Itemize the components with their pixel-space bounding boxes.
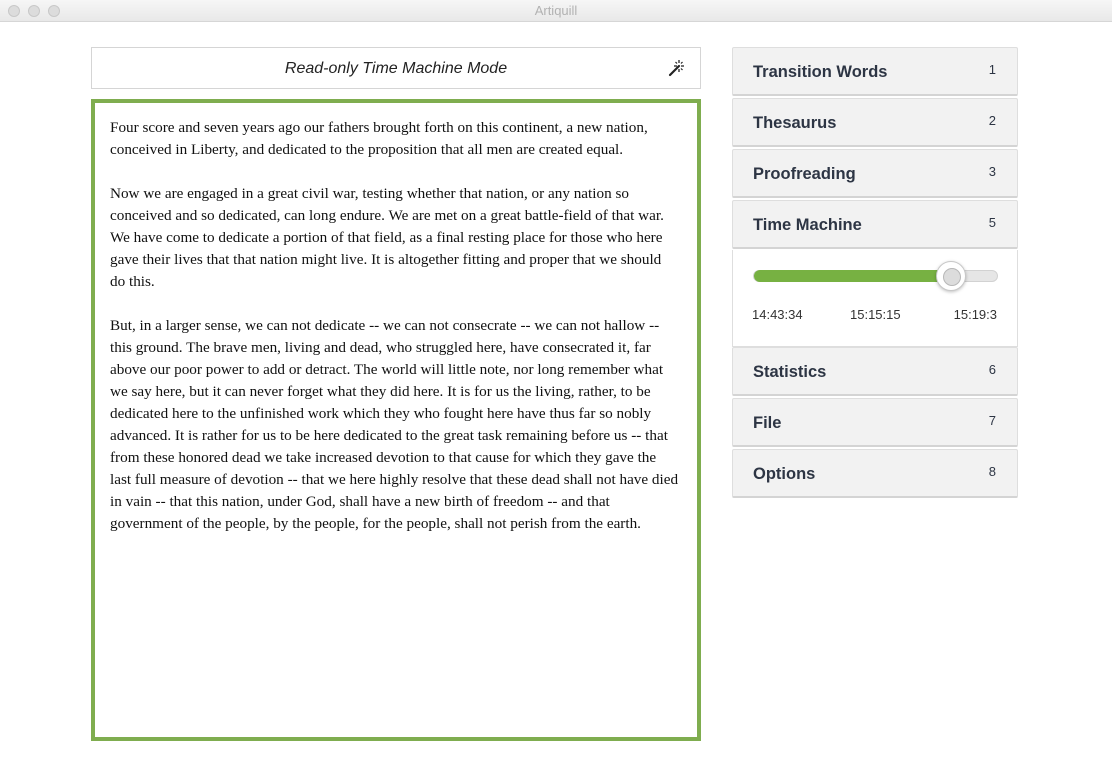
panel-time-machine[interactable]: Time Machine 5	[732, 200, 1018, 249]
panel-shortcut: 1	[988, 62, 996, 77]
panel-shortcut: 7	[988, 413, 996, 428]
panel-shortcut: 6	[988, 362, 996, 377]
panel-label: Transition Words	[753, 63, 888, 81]
panel-label: File	[753, 414, 782, 432]
panel-label: Options	[753, 465, 816, 483]
title-bar: Artiquill	[0, 0, 1112, 22]
paragraph: But, in a larger sense, we can not dedic…	[110, 317, 679, 532]
panel-statistics[interactable]: Statistics 6	[732, 347, 1018, 396]
time-tick-end: 15:19:3	[953, 307, 997, 322]
magic-wand-icon[interactable]	[668, 59, 686, 77]
panel-file[interactable]: File 7	[732, 398, 1018, 447]
paragraph: Four score and seven years ago our fathe…	[110, 119, 648, 158]
mode-label: Read-only Time Machine Mode	[284, 60, 508, 77]
panel-thesaurus[interactable]: Thesaurus 2	[732, 98, 1018, 147]
panel-label: Statistics	[753, 363, 827, 381]
time-tick-start: 14:43:34	[752, 307, 803, 322]
document-editor[interactable]: Four score and seven years ago our fathe…	[91, 99, 701, 741]
panel-options[interactable]: Options 8	[732, 449, 1018, 498]
mode-bar: Read-only Time Machine Mode	[91, 47, 701, 89]
panel-label: Time Machine	[753, 216, 862, 234]
panel-transition-words[interactable]: Transition Words 1	[732, 47, 1018, 96]
panel-proofreading[interactable]: Proofreading 3	[732, 149, 1018, 198]
panel-shortcut: 5	[988, 215, 996, 230]
time-tick-middle: 15:15:15	[850, 307, 901, 322]
panel-label: Thesaurus	[753, 114, 837, 132]
panel-shortcut: 3	[988, 164, 996, 179]
window-title: Artiquill	[534, 3, 578, 18]
time-machine-panel: 14:43:34 15:15:15 15:19:3	[732, 250, 1018, 347]
time-slider-fill	[754, 270, 952, 282]
paragraph: Now we are engaged in a great civil war,…	[110, 185, 664, 290]
panel-shortcut: 2	[988, 113, 996, 128]
panel-label: Proofreading	[753, 165, 856, 183]
time-slider-thumb[interactable]	[936, 261, 966, 291]
panel-shortcut: 8	[988, 464, 996, 479]
